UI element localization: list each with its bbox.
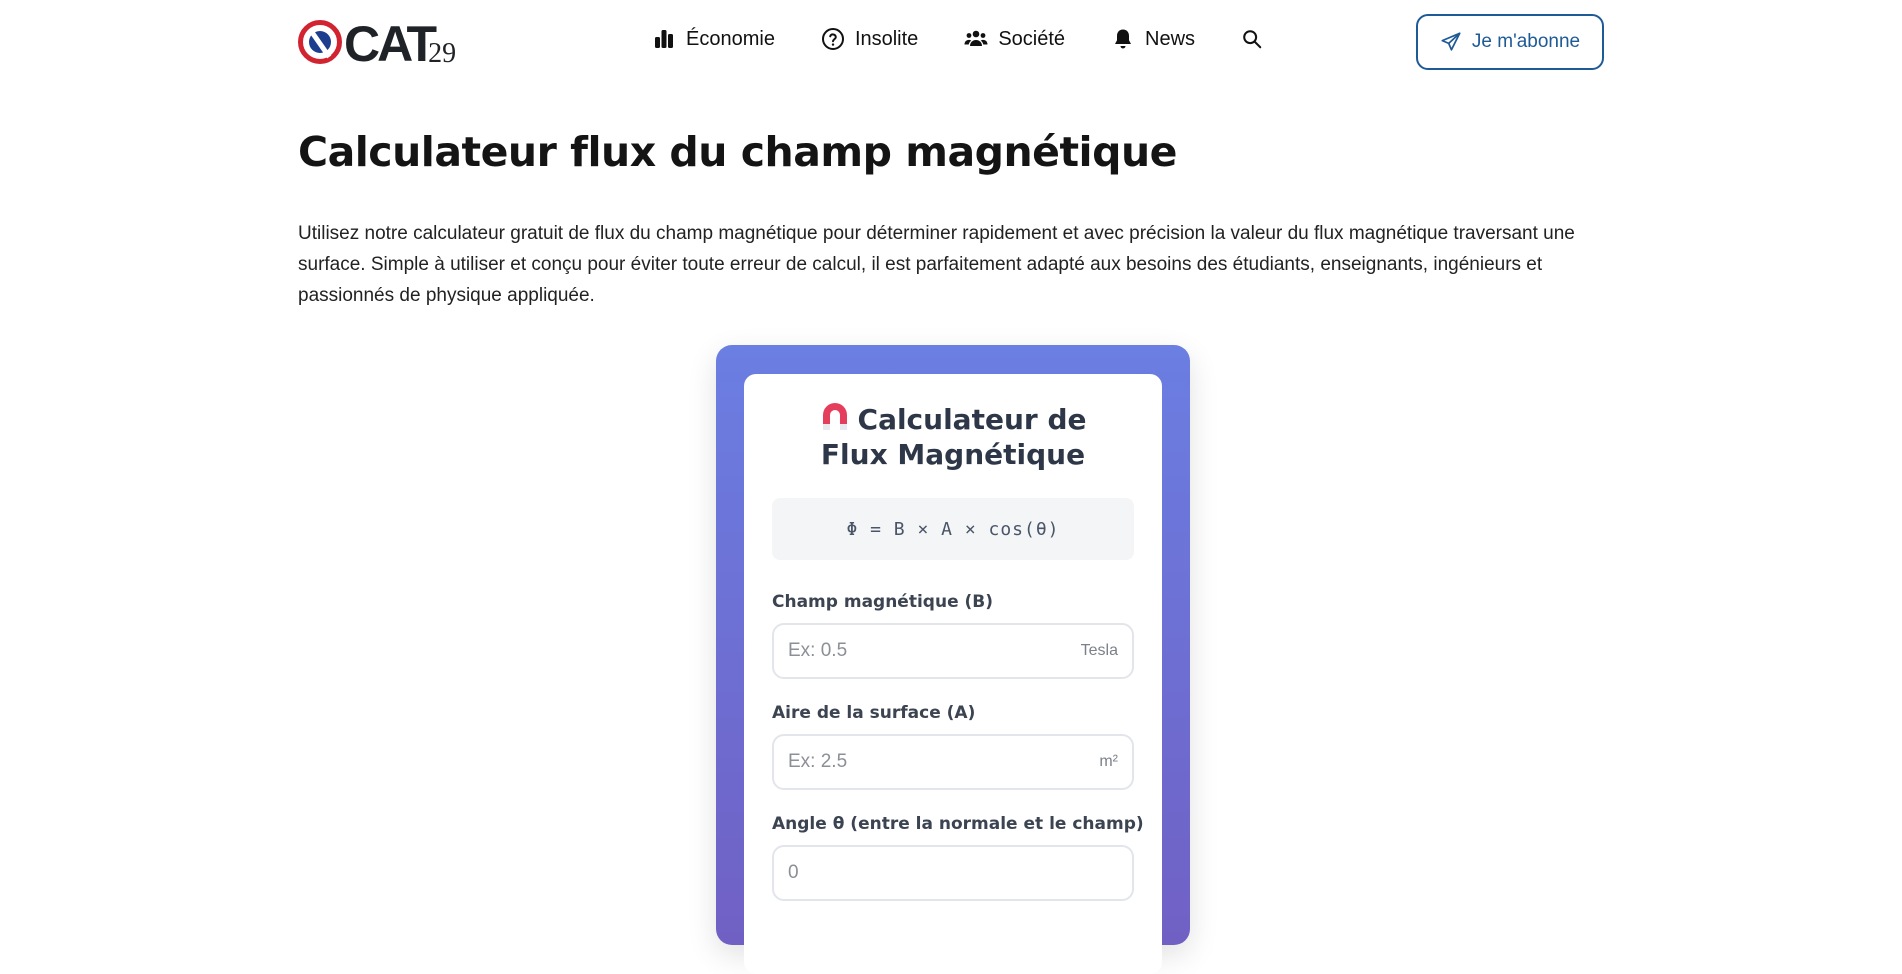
field-label-a: Aire de la surface (A) (772, 703, 976, 723)
logo-text: CAT (344, 16, 437, 72)
magnetic-field-input[interactable] (788, 640, 1081, 662)
formula-box: Φ = B × A × cos(θ) (772, 498, 1134, 560)
nav-label: Insolite (854, 27, 919, 50)
subscribe-button[interactable]: Je m'abonne (1416, 14, 1604, 70)
main-nav: Économie Insolite Société News (652, 26, 1265, 52)
logo-subtext: 29 (428, 38, 457, 69)
field-label-angle: Angle θ (entre la normale et le champ) (772, 814, 1144, 834)
angle-input[interactable] (788, 862, 1118, 884)
nav-item-insolite[interactable]: Insolite (821, 27, 918, 51)
logo-emblem-icon (298, 20, 342, 64)
calculator-card: Calculateur de Flux Magnétique Φ = B × A… (744, 374, 1162, 974)
field-b[interactable]: Tesla (772, 623, 1134, 679)
field-angle[interactable] (772, 845, 1134, 901)
page-title: Calculateur flux du champ magnétique (298, 128, 1177, 176)
calculator-title: Calculateur de Flux Magnétique (744, 402, 1162, 472)
nav-item-societe[interactable]: Société (964, 27, 1065, 51)
magnet-icon (822, 403, 847, 430)
surface-area-input[interactable] (788, 751, 1100, 773)
nav-label: Société (998, 27, 1066, 50)
bell-icon (1115, 29, 1132, 49)
site-logo[interactable]: CAT 29 (298, 14, 457, 72)
calculator-title-line2: Flux Magnétique (820, 438, 1086, 471)
search-icon (1243, 30, 1262, 49)
unit-label: m² (1099, 753, 1118, 770)
unit-label: Tesla (1080, 642, 1118, 659)
nav-item-news[interactable]: News (1111, 27, 1195, 51)
bar-chart-icon (655, 30, 673, 48)
subscribe-label: Je m'abonne (1471, 31, 1581, 52)
site-header: CAT 29 Économie Insolite Société News Je… (0, 0, 1902, 84)
intro-paragraph: Utilisez notre calculateur gratuit de fl… (298, 223, 1575, 306)
field-a[interactable]: m² (772, 734, 1134, 790)
nav-label: News (1145, 27, 1196, 50)
field-label-b: Champ magnétique (B) (772, 592, 994, 612)
users-icon (964, 30, 988, 46)
paper-plane-icon (1441, 32, 1461, 51)
search-button[interactable] (1239, 26, 1265, 52)
nav-item-economie[interactable]: Économie (652, 27, 775, 51)
calculator-title-line1: Calculateur de (857, 403, 1087, 436)
nav-label: Économie (686, 27, 775, 50)
question-circle-icon (821, 28, 844, 50)
